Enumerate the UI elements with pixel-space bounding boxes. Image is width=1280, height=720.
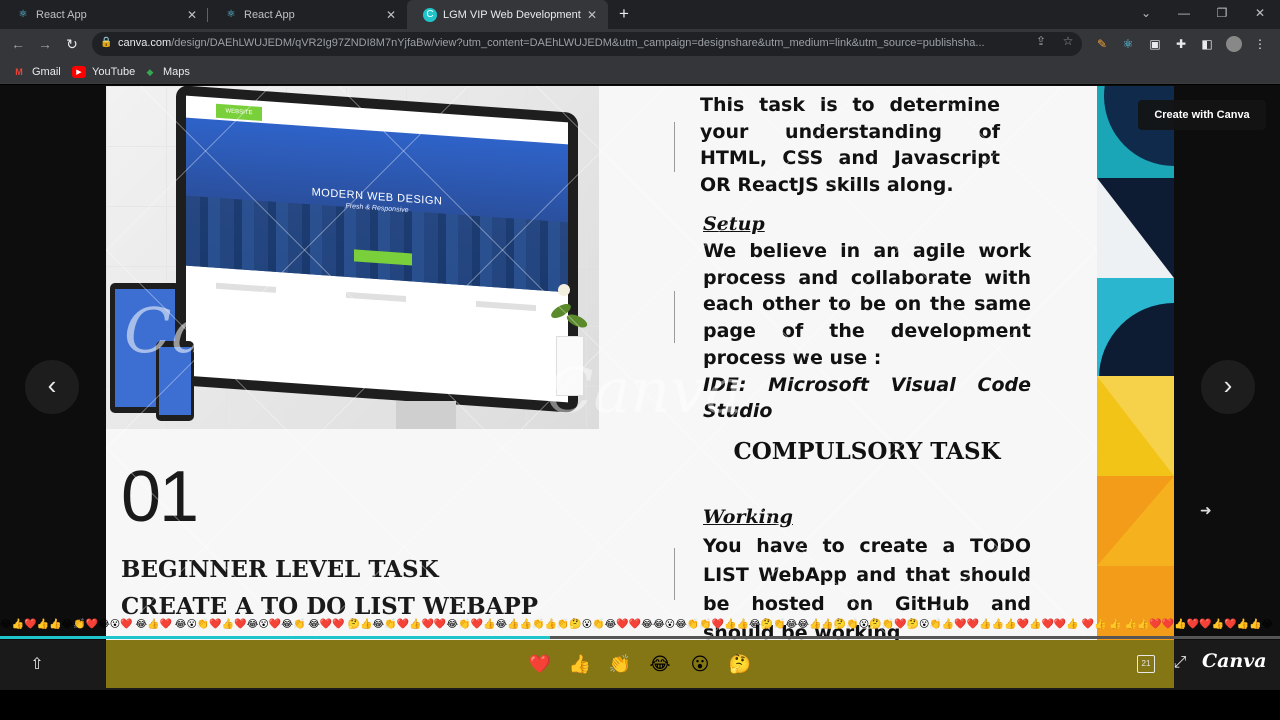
url-host: canva.com [118,37,172,49]
progress-fill [0,636,551,639]
responsive-devices-photo: WEBSITE MODERN WEB DESIGN Fresh & Respon… [106,86,599,429]
react-favicon-icon: ⚛ [18,9,28,20]
hero-banner: MODERN WEB DESIGN Fresh & Responsive [186,117,568,293]
close-tab-icon[interactable]: ✕ [584,8,600,22]
thinking-reaction-button[interactable]: 🤔 [728,652,752,676]
bookmark-label: YouTube [92,66,136,78]
canva-logo[interactable]: Canva [1202,650,1267,672]
close-window-icon[interactable]: ✕ [1241,0,1279,29]
maps-pin-icon: ◆ [146,66,154,77]
tab-lgm-vip-web-development[interactable]: C LGM VIP Web Development ✕ [407,0,608,29]
tab-title: React App [244,8,295,21]
bookmark-maps[interactable]: ◆ Maps [143,64,190,80]
divider-line [674,122,675,172]
plant-leaf [564,311,590,331]
setup-paragraph: We believe in an agile work process and … [703,240,1031,369]
tab-title: LGM VIP Web Development [443,8,581,21]
bookmark-star-icon[interactable]: ☆ [1060,33,1076,49]
divider-line [674,291,675,343]
slide-progress-bar[interactable] [0,636,1280,639]
tab-react-app-2[interactable]: ⚛ React App ✕ [208,0,407,29]
intro-paragraph: This task is to determine your understan… [700,94,1000,197]
task-title: CREATE A TO DO LIST WEBAPP [121,593,539,620]
page-count-indicator[interactable]: 21 [1137,655,1155,673]
compulsory-task-heading: COMPULSORY TASK [733,438,1001,465]
browser-menu-kebab-icon[interactable]: ⋮ [1252,36,1268,52]
slide: WEBSITE MODERN WEB DESIGN Fresh & Respon… [106,86,1097,646]
youtube-icon: ▶ [72,66,86,78]
reaction-emoji-stream: 😂👍❤️👍👍😂👏❤️😂😮❤️ 😂👍❤️ 😂😮👏❤️👍❤️😂😮❤️😂👏 😂❤️❤️… [0,619,1274,630]
task-number: 01 [121,457,199,537]
react-devtools-extension-icon[interactable]: ⚛ [1120,36,1136,52]
bookmark-label: Gmail [32,66,61,78]
monitor-stand [396,401,456,429]
level-title: BEGINNER LEVEL TASK [121,556,439,583]
screen-capture-extension-icon[interactable]: ▣ [1147,36,1163,52]
ide-line: IDE: Microsoft Visual Code Studio [703,373,1031,423]
bookmarks-bar: M Gmail ▶ YouTube ◆ Maps [0,59,1280,84]
viewer-bottom-panel [106,640,1174,688]
extensions-puzzle-icon[interactable]: ✚ [1173,36,1189,52]
thumbs-up-reaction-button[interactable]: 👍 [568,652,592,676]
reload-icon[interactable]: ↻ [62,34,82,54]
share-page-icon[interactable]: ⇪ [1033,33,1049,49]
setup-section: We believe in an agile work process and … [703,238,1031,425]
restore-window-icon[interactable]: ❐ [1203,0,1241,29]
canva-favicon-icon: C [423,7,437,22]
minimize-window-icon[interactable]: — [1165,0,1203,29]
working-heading: Working [703,506,793,528]
pen-extension-icon[interactable]: ✎ [1094,36,1110,52]
setup-heading: Setup [703,213,765,235]
next-slide-preview-strip [1097,86,1174,646]
tab-title: React App [36,8,87,21]
content-placeholder [476,300,536,312]
content-placeholder [346,291,406,303]
tab-search-chevron-icon[interactable]: ⌄ [1127,0,1165,29]
clap-reaction-button[interactable]: 👏 [608,652,632,676]
close-tab-icon[interactable]: ✕ [184,8,200,22]
canva-watermark: Canva [124,294,321,367]
laugh-reaction-button[interactable]: 😂 [648,652,672,676]
side-panel-icon[interactable]: ◧ [1199,36,1215,52]
tab-react-app-1[interactable]: ⚛ React App ✕ [0,0,208,29]
divider-line [674,548,675,600]
lock-icon: 🔒 [100,37,113,48]
share-upload-icon[interactable]: ⇧ [26,654,48,676]
browser-tab-strip: ⚛ React App ✕ ⚛ React App ✕ C LGM VIP We… [0,0,1280,29]
bookmark-label: Maps [163,66,190,78]
orchid-flower [558,284,570,296]
canva-watermark: Canva [546,354,743,427]
surprised-reaction-button[interactable]: 😮 [688,652,712,676]
viewer-bottom-bar: ⇧ ❤️ 👍 👏 😂 😮 🤔 21 ⤢ Canva [0,640,1280,690]
bookmark-gmail[interactable]: M Gmail [12,64,61,80]
forward-arrow-icon[interactable]: → [35,34,55,54]
back-arrow-icon[interactable]: ← [8,34,28,54]
address-url[interactable]: canva.com/design/DAEhLWUJEDM/qVR2Ig97ZND… [118,37,1118,51]
fullscreen-expand-icon[interactable]: ⤢ [1170,653,1190,673]
geometric-pattern [1097,86,1174,646]
gmail-icon: M [15,67,23,77]
mouse-cursor-icon: ➜ [1200,502,1212,518]
new-tab-plus-icon[interactable]: + [615,3,633,25]
create-with-canva-button[interactable]: Create with Canva [1138,100,1266,130]
address-bar[interactable]: 🔒 canva.com/design/DAEhLWUJEDM/qVR2Ig97Z… [92,32,1082,56]
bookmark-youtube[interactable]: ▶ YouTube [72,64,135,80]
content-placeholder [216,282,276,293]
close-tab-icon[interactable]: ✕ [383,8,399,22]
react-favicon-icon: ⚛ [226,9,236,20]
heart-reaction-button[interactable]: ❤️ [528,652,552,676]
previous-slide-chevron-icon[interactable]: ‹ [25,360,79,414]
next-slide-chevron-icon[interactable]: › [1201,360,1255,414]
website-tag: WEBSITE [216,103,262,121]
url-path: /design/DAEhLWUJEDM/qVR2Ig97ZNDI8M7nYjfa… [171,37,985,49]
browser-toolbar: ← → ↻ 🔒 canva.com/design/DAEhLWUJEDM/qVR… [0,29,1280,59]
profile-avatar[interactable] [1226,36,1242,52]
